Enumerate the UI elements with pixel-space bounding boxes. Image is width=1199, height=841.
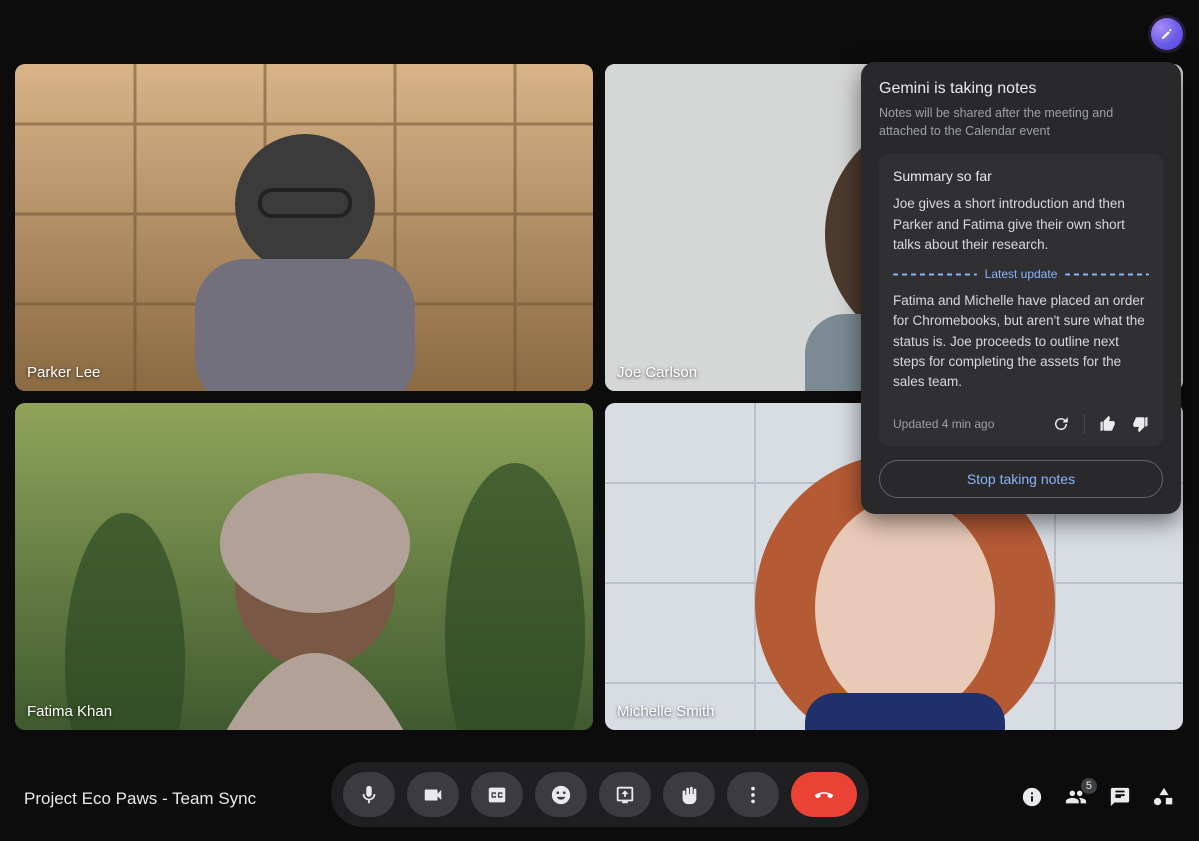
shapes-icon <box>1153 786 1175 808</box>
participant-name: Michelle Smith <box>617 703 715 720</box>
participant-tile-parker[interactable]: Parker Lee <box>15 64 593 391</box>
call-controls <box>331 762 869 827</box>
latest-update-divider: Latest update <box>893 267 1149 281</box>
summary-heading: Summary so far <box>893 168 1149 184</box>
camera-icon <box>422 784 444 806</box>
captions-toggle[interactable] <box>471 772 523 817</box>
raise-hand-button[interactable] <box>663 772 715 817</box>
notes-title: Gemini is taking notes <box>879 80 1163 98</box>
people-count-badge: 5 <box>1081 778 1097 794</box>
participant-tile-fatima[interactable]: Fatima Khan <box>15 403 593 730</box>
emoji-icon <box>550 784 572 806</box>
participant-name: Joe Carlson <box>617 364 697 381</box>
more-vertical-icon <box>742 784 764 806</box>
mic-toggle[interactable] <box>343 772 395 817</box>
right-status-icons: 5 <box>1021 786 1175 813</box>
summary-body: Joe gives a short introduction and then … <box>893 194 1149 255</box>
meeting-details-button[interactable] <box>1021 786 1043 813</box>
present-button[interactable] <box>599 772 651 817</box>
hangup-icon <box>813 784 835 806</box>
bottom-bar: Project Eco Paws - Team Sync <box>0 757 1199 841</box>
refresh-icon[interactable] <box>1052 415 1070 433</box>
latest-update-label: Latest update <box>985 267 1058 281</box>
gemini-notes-panel: Gemini is taking notes Notes will be sha… <box>861 62 1181 514</box>
gemini-launcher[interactable] <box>1151 18 1183 50</box>
present-screen-icon <box>614 784 636 806</box>
notes-subtitle: Notes will be shared after the meeting a… <box>879 104 1163 140</box>
video-placeholder <box>15 403 593 730</box>
separator <box>1084 414 1085 434</box>
leave-call-button[interactable] <box>791 772 857 817</box>
participant-name: Fatima Khan <box>27 703 112 720</box>
thumbs-up-icon[interactable] <box>1099 415 1117 433</box>
people-button[interactable]: 5 <box>1065 786 1087 813</box>
microphone-icon <box>358 784 380 806</box>
thumbs-down-icon[interactable] <box>1131 415 1149 433</box>
raise-hand-icon <box>678 784 700 806</box>
reactions-button[interactable] <box>535 772 587 817</box>
info-icon <box>1021 786 1043 808</box>
meeting-title: Project Eco Paws - Team Sync <box>24 789 256 809</box>
chat-icon <box>1109 786 1131 808</box>
participant-name: Parker Lee <box>27 364 100 381</box>
notes-summary-card: Summary so far Joe gives a short introdu… <box>879 154 1163 446</box>
video-placeholder <box>15 64 593 391</box>
stop-taking-notes-button[interactable]: Stop taking notes <box>879 460 1163 498</box>
activities-button[interactable] <box>1153 786 1175 813</box>
camera-toggle[interactable] <box>407 772 459 817</box>
pencil-sparkle-icon <box>1160 27 1174 41</box>
latest-update-body: Fatima and Michelle have placed an order… <box>893 291 1149 392</box>
notes-updated: Updated 4 min ago <box>893 417 994 431</box>
closed-captions-icon <box>486 784 508 806</box>
more-options-button[interactable] <box>727 772 779 817</box>
chat-button[interactable] <box>1109 786 1131 813</box>
